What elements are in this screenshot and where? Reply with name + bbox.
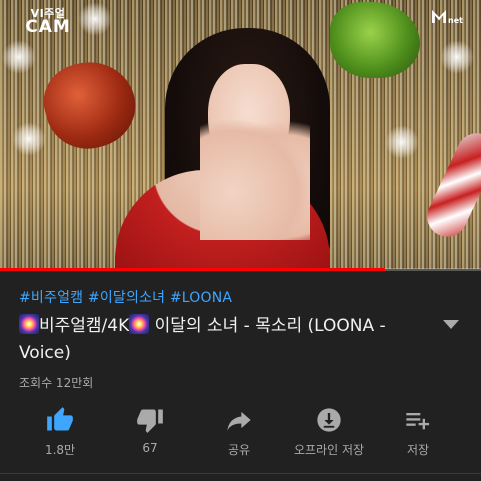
fireworks-emoji-icon [19, 314, 39, 334]
video-progress-bar[interactable] [0, 268, 481, 271]
fireworks-emoji-icon [129, 314, 150, 334]
share-label: 공유 [227, 443, 251, 457]
thumbs-up-icon [47, 407, 73, 431]
expand-description-chevron-icon[interactable] [443, 320, 459, 330]
like-count: 1.8만 [44, 443, 76, 457]
snowflake-decoration [385, 125, 419, 159]
logo-line2: CAM [25, 17, 71, 37]
visual-cam-logo: VI주얼 CAM [20, 8, 76, 37]
snowflake-decoration [12, 122, 46, 156]
download-icon [317, 408, 341, 432]
mnet-mark-icon [432, 10, 447, 23]
dislike-button[interactable]: 67 [105, 400, 195, 455]
mnet-suffix: net [448, 16, 463, 25]
action-bar: 1.8만 67 공유 오프라인 저장 저장 [0, 400, 481, 470]
save-label: 저장 [406, 443, 430, 457]
mnet-logo: net [432, 10, 463, 25]
hashtags-link[interactable]: #비주얼캠 #이달의소녀 #LOONA [19, 287, 232, 307]
like-button[interactable]: 1.8만 [15, 400, 105, 458]
playlist-add-icon [406, 413, 430, 430]
share-button[interactable]: 공유 [194, 400, 284, 458]
divider [0, 473, 481, 474]
share-icon [227, 411, 251, 431]
video-title[interactable]: 비주얼캠/4K 이달의 소녀 - 목소리 (LOONA - Voice) [19, 313, 439, 367]
thumbs-down-icon [137, 409, 163, 433]
performer-hands [200, 120, 310, 240]
offline-save-button[interactable]: 오프라인 저장 [284, 400, 374, 458]
save-to-playlist-button[interactable]: 저장 [373, 400, 463, 458]
snowflake-decoration [440, 40, 474, 74]
dislike-count: 67 [142, 441, 158, 455]
snowflake-decoration [2, 40, 36, 74]
video-progress-fill [0, 268, 385, 271]
view-count: 조회수 12만회 [19, 376, 94, 390]
snowflake-decoration [78, 2, 112, 36]
offline-save-label: 오프라인 저장 [293, 443, 365, 457]
video-player[interactable]: VI주얼 CAM net [0, 0, 481, 269]
video-title-part1: 비주얼캠/4K [39, 316, 130, 336]
